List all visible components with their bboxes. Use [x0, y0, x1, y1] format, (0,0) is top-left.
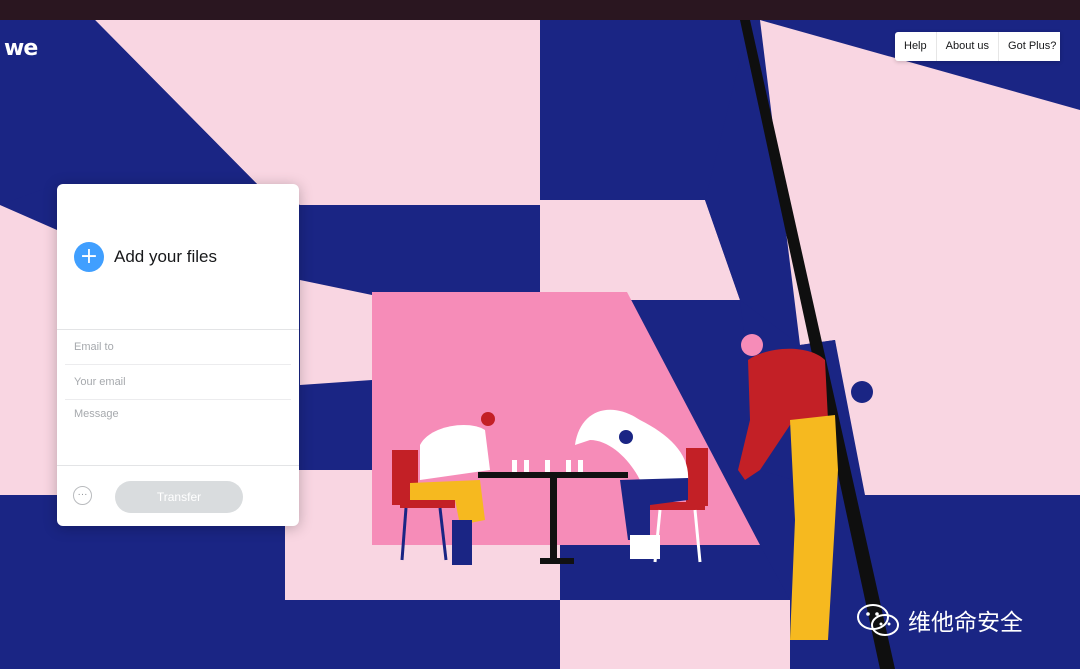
navy-floor-mid: [560, 545, 790, 600]
pink-floor-bottom: [560, 600, 790, 669]
nav-about-us-link[interactable]: About us: [937, 32, 1000, 61]
nav-help-link[interactable]: Help: [895, 32, 937, 61]
panel-divider-bottom: [57, 465, 299, 466]
wetransfer-logo[interactable]: we: [4, 36, 38, 61]
message-input[interactable]: [65, 400, 284, 458]
chess-table-top: [478, 472, 628, 478]
top-nav: Help About us Got Plus?: [895, 32, 1061, 61]
upload-panel: + Add your files ··· Transfer: [57, 184, 299, 526]
nav-got-plus-link[interactable]: Got Plus?: [999, 32, 1060, 61]
browser-top-bar: [0, 0, 1080, 20]
right-chair-back: [686, 448, 708, 506]
email-to-field: [65, 330, 291, 365]
left-player-head: [481, 412, 495, 426]
watermark-text: 维他命安全: [908, 610, 1023, 636]
pink-block-center-top: [540, 200, 740, 300]
add-files-button[interactable]: + Add your files: [74, 242, 217, 272]
pink-wall-left: [0, 205, 57, 495]
navy-block-mid: [300, 205, 540, 295]
your-email-field: [65, 365, 291, 400]
pink-block-left: [300, 280, 372, 385]
transfer-button[interactable]: Transfer: [115, 481, 243, 513]
chess-table-leg: [550, 478, 557, 560]
left-player-boots: [452, 520, 472, 565]
more-options-icon[interactable]: ···: [73, 486, 92, 505]
plus-icon: +: [74, 242, 104, 272]
right-player-head: [619, 430, 633, 444]
floating-navy-dot: [851, 381, 873, 403]
right-player-shoes: [630, 535, 660, 559]
observer-head: [741, 334, 763, 356]
message-field: [65, 400, 291, 464]
wechat-icon: [857, 604, 899, 636]
add-files-label: Add your files: [114, 247, 217, 266]
email-to-input[interactable]: [65, 330, 284, 364]
left-chair-seat: [400, 500, 455, 508]
your-email-input[interactable]: [65, 365, 284, 399]
watermark: 维他命安全: [856, 603, 1023, 637]
chess-table-foot: [540, 558, 574, 564]
